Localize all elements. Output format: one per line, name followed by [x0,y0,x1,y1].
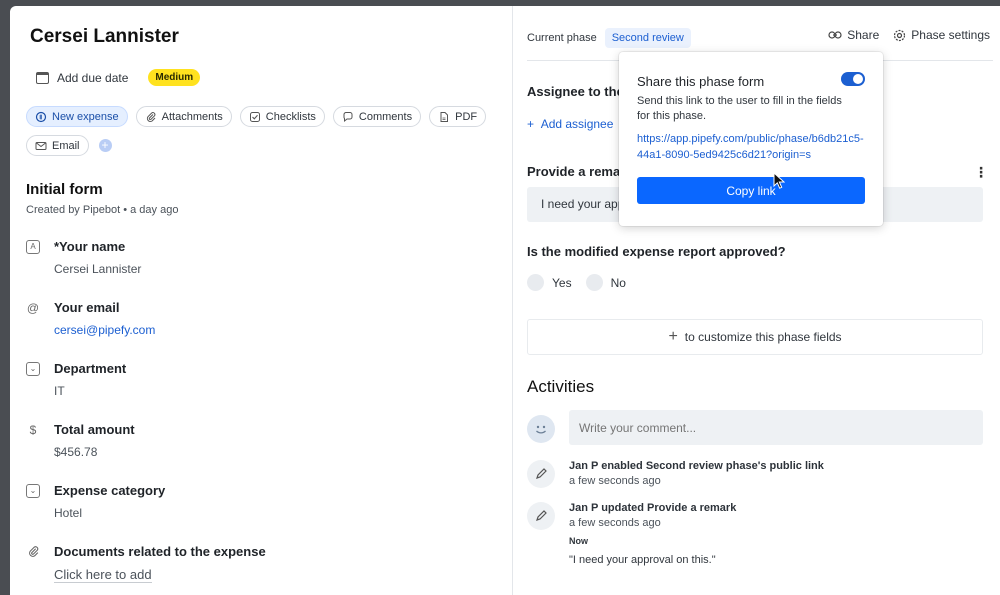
add-due-date-label[interactable]: Add due date [57,71,128,85]
option-yes[interactable]: Yes [527,274,572,291]
card-title: Cersei Lannister [30,26,179,47]
pdf-chip[interactable]: PDF [429,106,487,127]
share-popover-description: Send this link to the user to fill in th… [637,95,842,122]
phase-actions: Share Phase settings [828,28,990,42]
pencil-icon [527,502,555,530]
approval-options: Yes No [527,274,626,291]
current-phase-row: Current phase Second review [527,28,691,48]
share-button[interactable]: Share [828,28,879,42]
plus-icon: + [668,328,678,345]
comments-chip[interactable]: Comments [332,106,422,127]
checklist-icon [249,111,260,122]
public-link-toggle[interactable] [841,72,865,86]
email-icon [35,141,47,150]
paperclip-icon [146,111,156,122]
phase-tag[interactable]: Second review [604,28,691,48]
share-popover-title: Share this phase form [637,74,765,89]
mouse-cursor-icon [773,172,785,189]
customize-phase-fields-button[interactable]: + to customize this phase fields [527,319,983,355]
assignee-label: Assignee to the [527,84,624,99]
checklists-chip[interactable]: Checklists [239,106,325,127]
email-chip[interactable]: Email [26,135,89,156]
due-date-row[interactable]: Add due date Medium [36,69,201,86]
expense-icon [35,111,47,122]
attachments-chip[interactable]: Attachments [135,106,232,127]
paperclip-icon [26,545,40,559]
share-phase-popover: Share this phase form Send this link to … [619,52,883,226]
current-phase-label: Current phase [527,32,597,44]
gear-icon [894,29,906,41]
initial-form-title: Initial form [26,181,103,198]
priority-badge[interactable]: Medium [148,69,201,86]
text-field-icon: A [26,240,40,254]
add-assignee-button[interactable]: + Add assignee [527,117,613,131]
card-action-chips: New expense Attachments Checklists Comme… [26,106,496,156]
more-options-icon[interactable]: ⋮ [974,164,988,181]
copy-link-button[interactable]: Copy link [637,177,865,204]
comment-input[interactable] [569,410,983,445]
avatar [527,415,555,443]
radio-icon [527,274,544,291]
dropdown-field-icon: ⌄ [26,484,40,498]
new-expense-chip[interactable]: New expense [26,106,128,127]
phase-settings-button[interactable]: Phase settings [893,28,990,42]
add-chip-icon[interactable]: + [98,139,112,152]
comment-icon [343,111,353,122]
plus-icon: + [527,117,541,131]
smile-icon [536,425,546,434]
dollar-icon: $ [29,423,37,437]
option-no[interactable]: No [585,274,626,291]
activities-title: Activities [527,377,595,396]
add-documents-link[interactable]: Click here to add [54,567,152,583]
remark-label: Provide a remar [527,164,626,179]
card-details-panel: Cersei Lannister Add due date Medium New… [10,6,513,595]
approval-question: Is the modified expense report approved? [527,244,786,259]
pencil-icon [527,460,555,488]
at-icon: @ [26,301,40,315]
public-link[interactable]: https://app.pipefy.com/public/phase/b6db… [637,131,865,163]
dropdown-field-icon: ⌄ [26,362,40,376]
pdf-icon [440,111,449,122]
link-icon [828,31,842,39]
radio-icon [585,274,603,291]
calendar-icon [36,71,49,84]
initial-form-created-by: Created by Pipebot • a day ago [26,204,179,216]
